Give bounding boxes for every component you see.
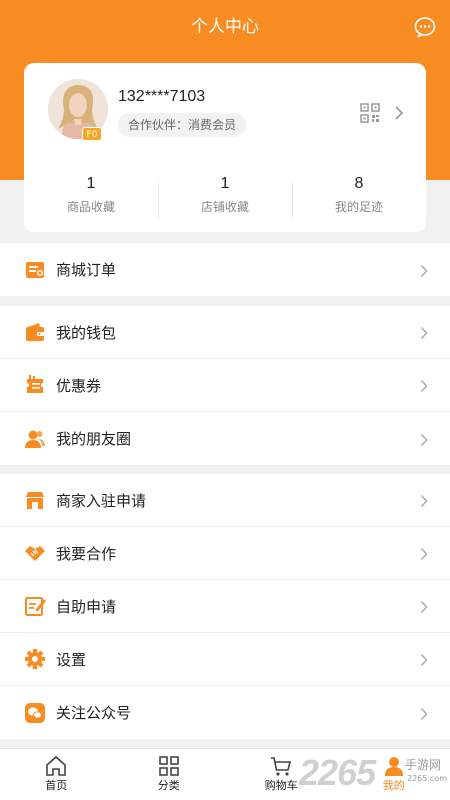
page-title: 个人中心 — [191, 17, 259, 37]
coupon-icon — [24, 374, 46, 396]
menu-item-label: 自助申请 — [56, 597, 117, 616]
chevron-right-icon — [420, 546, 428, 561]
stat-product-favorites[interactable]: 1 商品收藏 — [24, 173, 158, 223]
menu-item-label: 优惠券 — [56, 376, 102, 395]
qr-code-icon[interactable] — [360, 103, 380, 123]
menu-item-label: 商城订单 — [56, 261, 117, 279]
menu-group-orders: 商城订单 — [0, 243, 450, 296]
stat-label: 我的足迹 — [334, 200, 383, 214]
menu-item-label: 我的钱包 — [56, 323, 117, 342]
menu-item-settings[interactable]: 设置 — [0, 633, 450, 686]
chevron-right-icon — [420, 599, 428, 614]
user-icon — [382, 754, 406, 778]
menu-item-wallet[interactable]: 我的钱包 — [0, 306, 450, 359]
menu-item-label: 设置 — [56, 650, 87, 669]
menu-group-business: 商家入驻申请 我要合作 自助申请 设置 关注公众号 — [0, 474, 450, 739]
stat-label: 店铺收藏 — [200, 200, 249, 214]
tab-home[interactable]: 首页 — [0, 749, 113, 800]
chevron-right-icon — [420, 493, 428, 508]
role-tag: 合作伙伴：消费会员 — [118, 113, 247, 137]
tab-categories[interactable]: 分类 — [113, 749, 226, 800]
grid-icon — [157, 754, 181, 778]
tab-cart[interactable]: 购物车 — [225, 749, 338, 800]
chevron-right-icon — [420, 432, 428, 446]
menu-item-friends-circle[interactable]: 我的朋友圈 — [0, 412, 450, 465]
bottom-tab-bar: 首页 分类 购物车 我的 — [0, 748, 450, 800]
stat-value: 1 — [86, 175, 96, 192]
wechat-icon — [24, 702, 46, 724]
menu-item-self-application[interactable]: 自助申请 — [0, 580, 450, 633]
chat-bubble-icon[interactable] — [414, 16, 436, 38]
handshake-icon — [24, 542, 46, 564]
menu-item-label: 关注公众号 — [56, 704, 132, 722]
menu-item-label: 商家入驻申请 — [56, 491, 147, 510]
menu-item-cooperation[interactable]: 我要合作 — [0, 527, 450, 580]
stat-store-favorites[interactable]: 1 店铺收藏 — [158, 173, 292, 223]
chevron-right-icon — [420, 378, 428, 393]
chevron-right-icon — [420, 652, 428, 667]
stat-label: 商品收藏 — [66, 200, 115, 214]
menu-item-merchant-application[interactable]: 商家入驻申请 — [0, 474, 450, 527]
menu-item-follow-official-account[interactable]: 关注公众号 — [0, 686, 450, 739]
store-icon — [24, 489, 46, 511]
chevron-right-icon — [420, 263, 428, 277]
tab-label: 我的 — [382, 779, 405, 792]
chevron-right-icon — [420, 706, 428, 720]
stat-footprints[interactable]: 8 我的足迹 — [292, 173, 426, 223]
gear-icon — [24, 648, 46, 670]
cart-icon — [269, 754, 293, 778]
friends-icon — [24, 428, 46, 450]
menu-item-label: 我的朋友圈 — [56, 430, 132, 448]
chevron-right-icon[interactable] — [394, 105, 404, 121]
menu-group-wallet: 我的钱包 优惠券 我的朋友圈 — [0, 306, 450, 465]
tab-label: 首页 — [45, 779, 68, 792]
profile-card[interactable]: F0 132****7103 合作伙伴：消费会员 1 商品收藏 1 店铺收藏 8… — [24, 63, 426, 232]
menu-item-mall-orders[interactable]: 商城订单 — [0, 243, 450, 296]
wallet-icon — [24, 321, 46, 343]
tab-label: 分类 — [157, 779, 180, 792]
stats-bar: 1 商品收藏 1 店铺收藏 8 我的足迹 — [24, 173, 426, 223]
home-icon — [44, 754, 68, 778]
tab-label: 购物车 — [264, 779, 298, 792]
stat-value: 1 — [220, 175, 230, 192]
menu-item-label: 我要合作 — [56, 544, 117, 563]
tab-mine[interactable]: 我的 — [338, 749, 450, 800]
menu-item-coupons[interactable]: 优惠券 — [0, 359, 450, 412]
level-badge: F0 — [82, 127, 102, 141]
user-phone: 132****7103 — [118, 88, 206, 105]
order-icon — [24, 259, 46, 281]
edit-form-icon — [24, 595, 46, 617]
chevron-right-icon — [420, 325, 428, 340]
stat-value: 8 — [354, 175, 364, 192]
